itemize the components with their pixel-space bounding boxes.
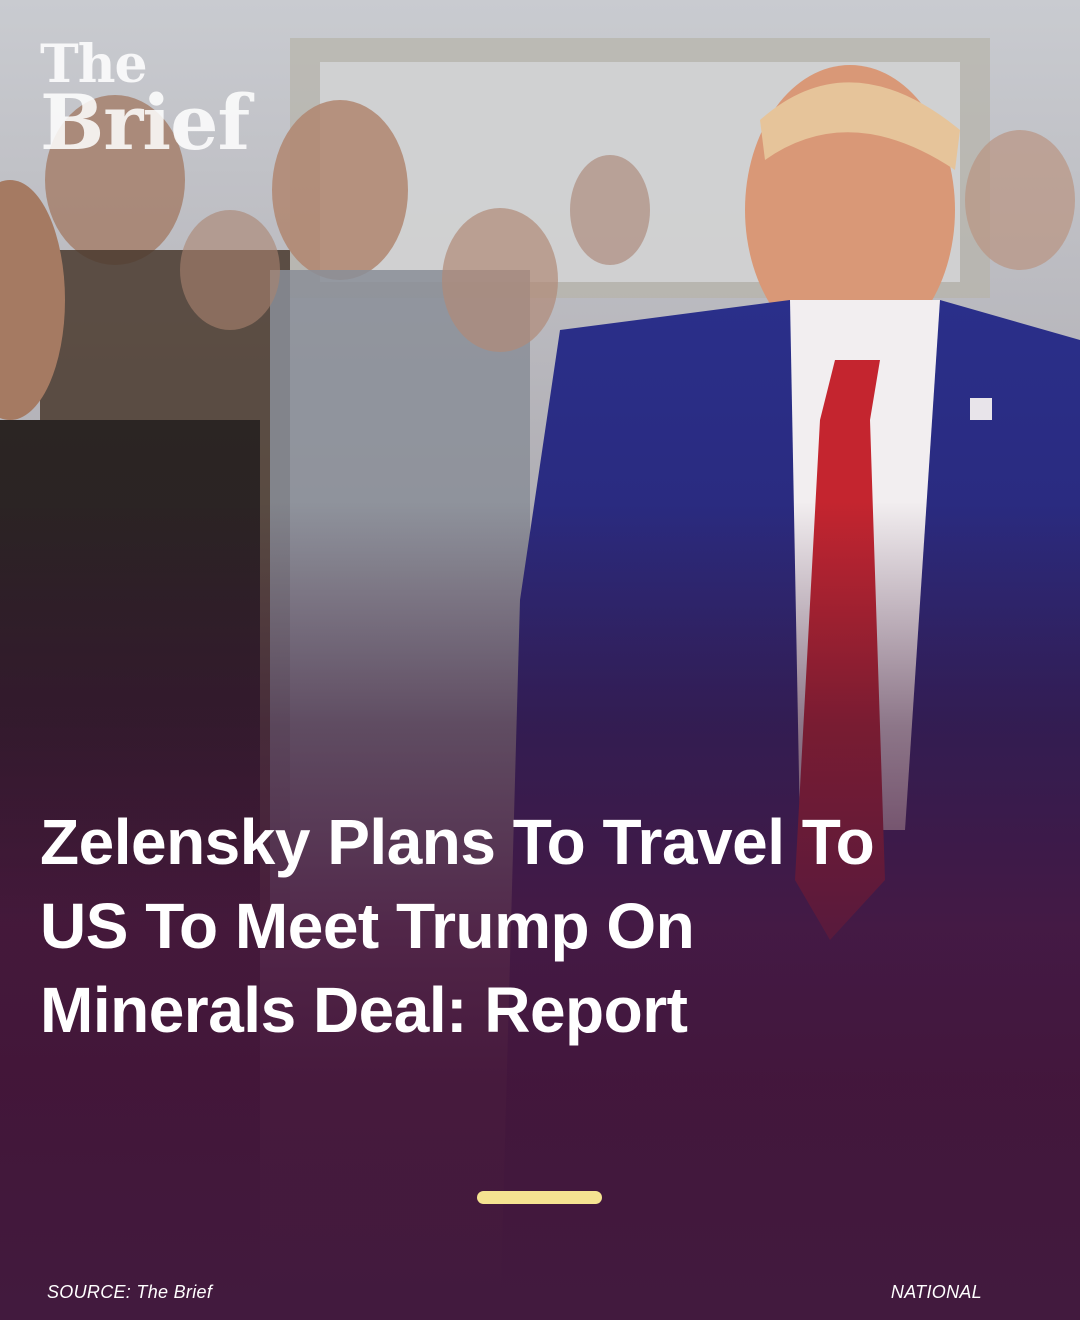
- footer: SOURCE: The Brief NATIONAL: [47, 1282, 982, 1303]
- page-indicator-bar: [477, 1191, 602, 1204]
- bottom-gradient-overlay: [0, 0, 1080, 1320]
- logo-line-brief: Brief: [40, 77, 250, 167]
- news-card: The Brief Zelensky Plans To Travel To US…: [0, 0, 1080, 1320]
- brand-logo: The Brief: [40, 39, 250, 167]
- source-label: SOURCE: The Brief: [47, 1282, 213, 1302]
- headline: Zelensky Plans To Travel To US To Meet T…: [40, 806, 875, 1046]
- category-label: NATIONAL: [890, 1282, 982, 1302]
